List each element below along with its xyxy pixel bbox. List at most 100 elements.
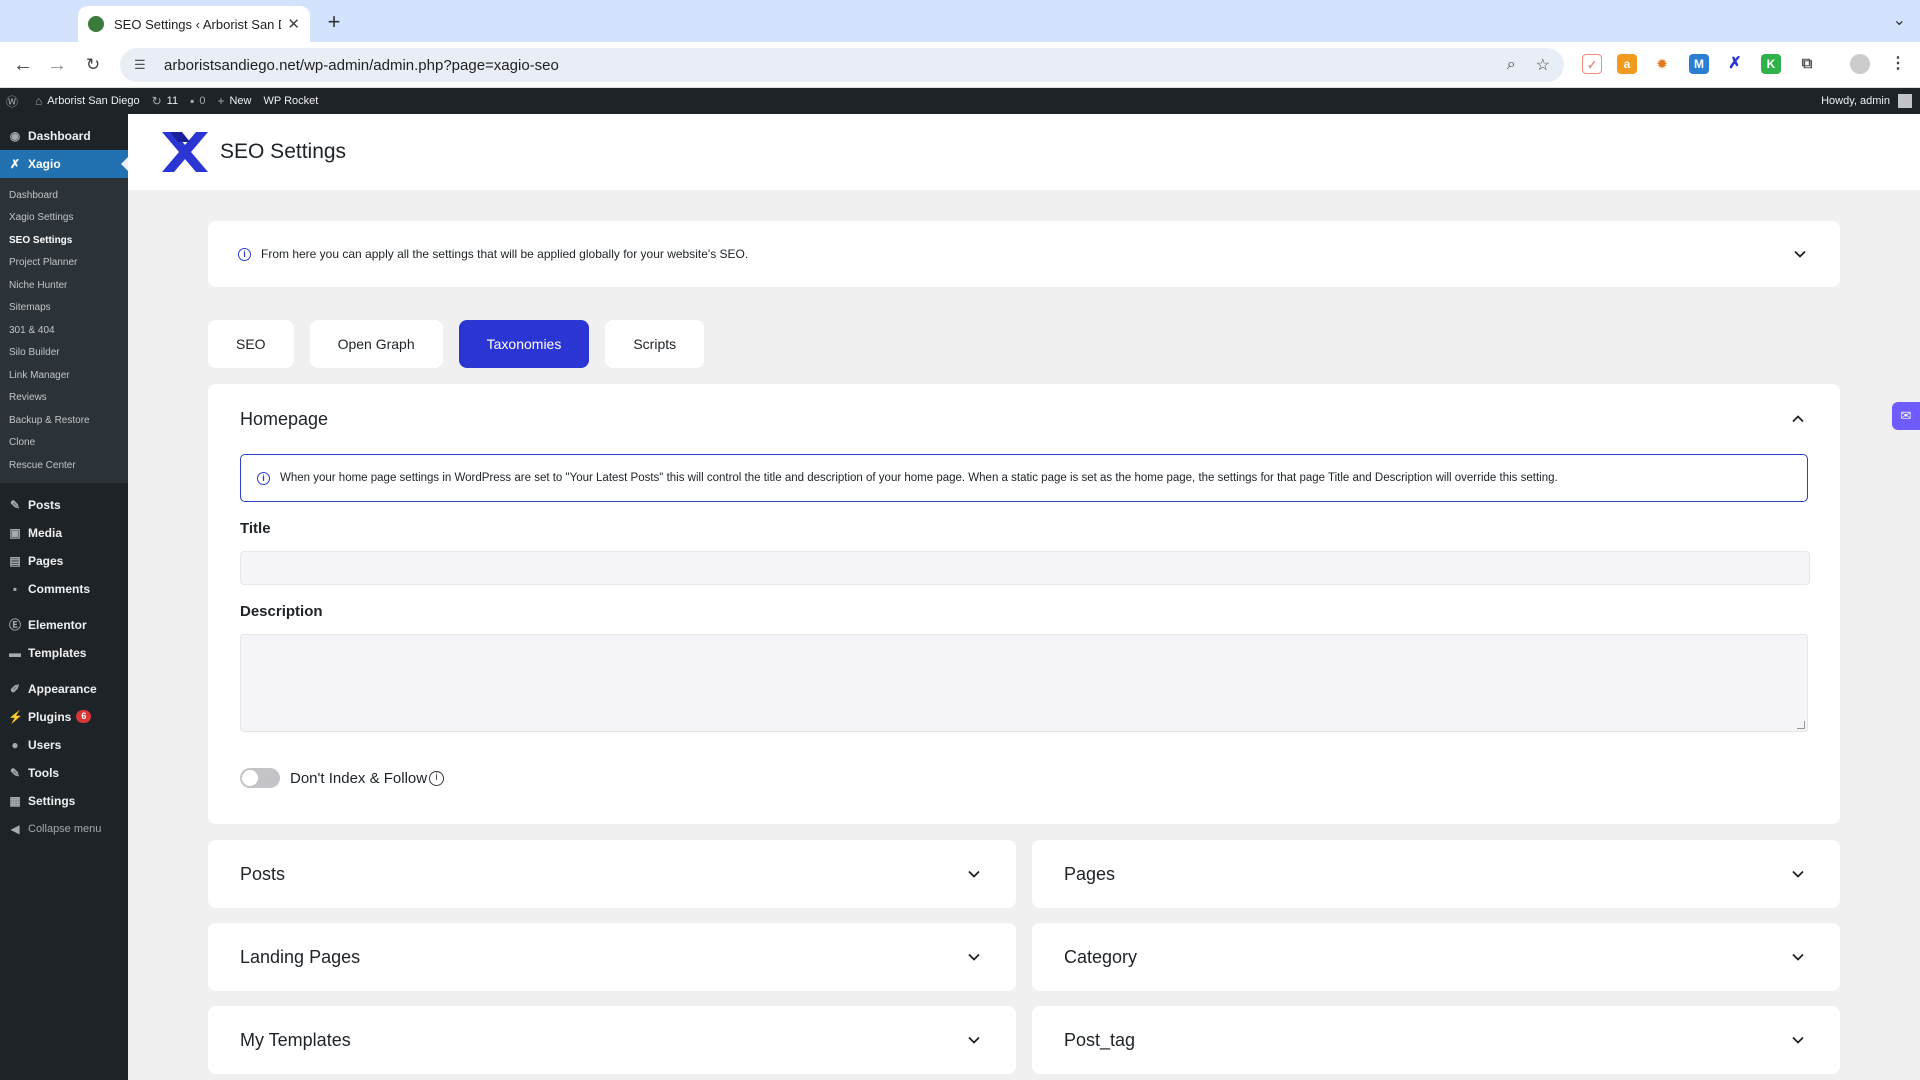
extension-icon[interactable]: ✓ (1582, 54, 1602, 74)
submenu-reviews[interactable]: Reviews (0, 387, 128, 410)
tab-scripts[interactable]: Scripts (605, 320, 705, 368)
chevron-down-icon[interactable] (964, 864, 984, 884)
zoom-icon[interactable]: ⌕ (1507, 56, 1516, 74)
chevron-down-icon[interactable] (1788, 947, 1808, 967)
sidebar-item-label: Media (28, 525, 63, 540)
accordion-my-templates[interactable]: My Templates (208, 1006, 1016, 1074)
home-icon: ⌂ (35, 94, 43, 108)
comments-link[interactable]: ▪ 0 (190, 94, 205, 108)
submenu-backup-restore[interactable]: Backup & Restore (0, 409, 128, 432)
browser-tabbar: SEO Settings ‹ Arborist San D ✕ + ⌄ (0, 0, 1920, 42)
sidebar-item-tools[interactable]: ✎ Tools (0, 759, 128, 787)
updates-link[interactable]: ↻ 11 (152, 94, 178, 108)
wordpress-logo-icon[interactable]: Ⓦ (6, 93, 23, 110)
accordion-title: Posts (240, 863, 286, 884)
reload-icon[interactable]: ↻ (80, 52, 106, 78)
site-info-icon[interactable]: ☰ (134, 57, 150, 73)
sidebar-item-plugins[interactable]: ⚡ Plugins 6 (0, 703, 128, 731)
amazon-extension-icon[interactable]: a (1617, 54, 1637, 74)
sidebar-item-appearance[interactable]: ✐ Appearance (0, 675, 128, 703)
dashboard-icon: ◉ (9, 129, 21, 143)
xagio-extension-icon[interactable]: ✗ (1725, 54, 1745, 74)
tab-close-icon[interactable]: ✕ (287, 15, 300, 33)
submenu-silo-builder[interactable]: Silo Builder (0, 342, 128, 365)
submenu-link-manager[interactable]: Link Manager (0, 364, 128, 387)
global-settings-info[interactable]: i From here you can apply all the settin… (208, 221, 1840, 287)
forward-arrow-icon[interactable]: → (44, 52, 70, 78)
comments-icon: ▪ (12, 581, 18, 596)
homepage-description-textarea[interactable] (240, 634, 1808, 732)
sidebar-item-xagio[interactable]: ✗ Xagio (0, 150, 128, 178)
profile-avatar-icon[interactable] (1850, 54, 1870, 74)
accordion-pages[interactable]: Pages (1032, 840, 1840, 908)
accordion-title: Category (1064, 946, 1138, 967)
noindex-toggle[interactable] (240, 768, 280, 788)
sidebar-item-label: Tools (28, 765, 60, 780)
settings-tabs: SEO Open Graph Taxonomies Scripts (208, 320, 705, 368)
site-name-link[interactable]: ⌂ Arborist San Diego (35, 94, 140, 108)
url-text[interactable]: arboristsandiego.net/wp-admin/admin.php?… (164, 57, 1487, 74)
tab-search-chevron-icon[interactable]: ⌄ (1893, 10, 1906, 30)
info-tooltip-icon[interactable]: i (429, 770, 445, 786)
sidebar-item-templates[interactable]: ▬ Templates (0, 639, 128, 667)
tab-seo[interactable]: SEO (208, 320, 294, 368)
chevron-down-icon[interactable] (964, 1030, 984, 1050)
accordion-category[interactable]: Category (1032, 923, 1840, 991)
my-account-link[interactable]: Howdy, admin (1821, 88, 1912, 114)
tab-taxonomies[interactable]: Taxonomies (458, 320, 590, 368)
tab-title: SEO Settings ‹ Arborist San D (114, 16, 282, 32)
homepage-title-input[interactable] (240, 551, 1810, 585)
accordion-post-tag[interactable]: Post_tag (1032, 1006, 1840, 1074)
homepage-notice-text: When your home page settings in WordPres… (280, 472, 1558, 484)
submenu-seo-settings[interactable]: SEO Settings (0, 229, 128, 252)
chevron-up-icon[interactable] (1788, 409, 1808, 429)
new-content-link[interactable]: + New (217, 94, 251, 108)
new-tab-icon[interactable]: + (320, 8, 348, 36)
accordion-posts[interactable]: Posts (208, 840, 1016, 908)
xagio-logo (162, 132, 208, 172)
wp-rocket-link[interactable]: WP Rocket (264, 95, 319, 107)
gear-extension-icon[interactable]: ✹ (1652, 54, 1672, 74)
chevron-down-icon[interactable] (964, 947, 984, 967)
m-extension-icon[interactable]: M (1689, 54, 1709, 74)
chat-widget-icon[interactable]: ✉ (1892, 402, 1920, 430)
submenu-project-planner[interactable]: Project Planner (0, 252, 128, 275)
chevron-down-icon[interactable] (1790, 244, 1810, 264)
tab-open-graph[interactable]: Open Graph (309, 320, 443, 368)
howdy-text: Howdy, admin (1821, 95, 1890, 107)
chevron-down-icon[interactable] (1788, 864, 1808, 884)
submenu-niche-hunter[interactable]: Niche Hunter (0, 274, 128, 297)
collapse-menu-button[interactable]: ◀ Collapse menu (0, 815, 128, 843)
k-extension-icon[interactable]: K (1761, 54, 1781, 74)
back-arrow-icon[interactable]: ← (10, 52, 36, 78)
sidebar-item-label: Plugins (28, 709, 72, 724)
homepage-title: Homepage (240, 408, 329, 429)
bookmark-star-icon[interactable]: ☆ (1536, 55, 1550, 75)
sidebar-item-elementor[interactable]: Ⓔ Elementor (0, 611, 128, 639)
browser-tab[interactable]: SEO Settings ‹ Arborist San D ✕ (78, 6, 310, 42)
elementor-icon: Ⓔ (8, 618, 21, 632)
sidebar-item-settings[interactable]: ▦ Settings (0, 787, 128, 815)
sidebar-item-users[interactable]: ● Users (0, 731, 128, 759)
sidebar-item-pages[interactable]: ▤ Pages (0, 547, 128, 575)
sidebar-item-media[interactable]: ▣ Media (0, 519, 128, 547)
submenu-sitemaps[interactable]: Sitemaps (0, 297, 128, 320)
chevron-down-icon[interactable] (1788, 1030, 1808, 1050)
submenu-rescue-center[interactable]: Rescue Center (0, 454, 128, 477)
sidebar-item-comments[interactable]: ▪ Comments (0, 575, 128, 603)
accordion-landing-pages[interactable]: Landing Pages (208, 923, 1016, 991)
settings-icon: ▦ (9, 793, 21, 808)
homepage-panel-header[interactable]: Homepage (240, 384, 1808, 454)
extensions-puzzle-icon[interactable]: ⧉ (1797, 54, 1817, 74)
submenu-301-404[interactable]: 301 & 404 (0, 319, 128, 342)
avatar (1898, 94, 1912, 108)
sidebar-item-posts[interactable]: ✎ Posts (0, 491, 128, 519)
browser-menu-icon[interactable]: ⋮ (1888, 54, 1908, 74)
submenu-clone[interactable]: Clone (0, 432, 128, 455)
folder-icon: ▬ (9, 645, 21, 660)
sidebar-item-dashboard[interactable]: ◉ Dashboard (0, 122, 128, 150)
submenu-dashboard[interactable]: Dashboard (0, 184, 128, 207)
submenu-xagio-settings[interactable]: Xagio Settings (0, 207, 128, 230)
user-icon: ● (11, 737, 19, 752)
address-bar[interactable]: ☰ arboristsandiego.net/wp-admin/admin.ph… (120, 48, 1564, 82)
